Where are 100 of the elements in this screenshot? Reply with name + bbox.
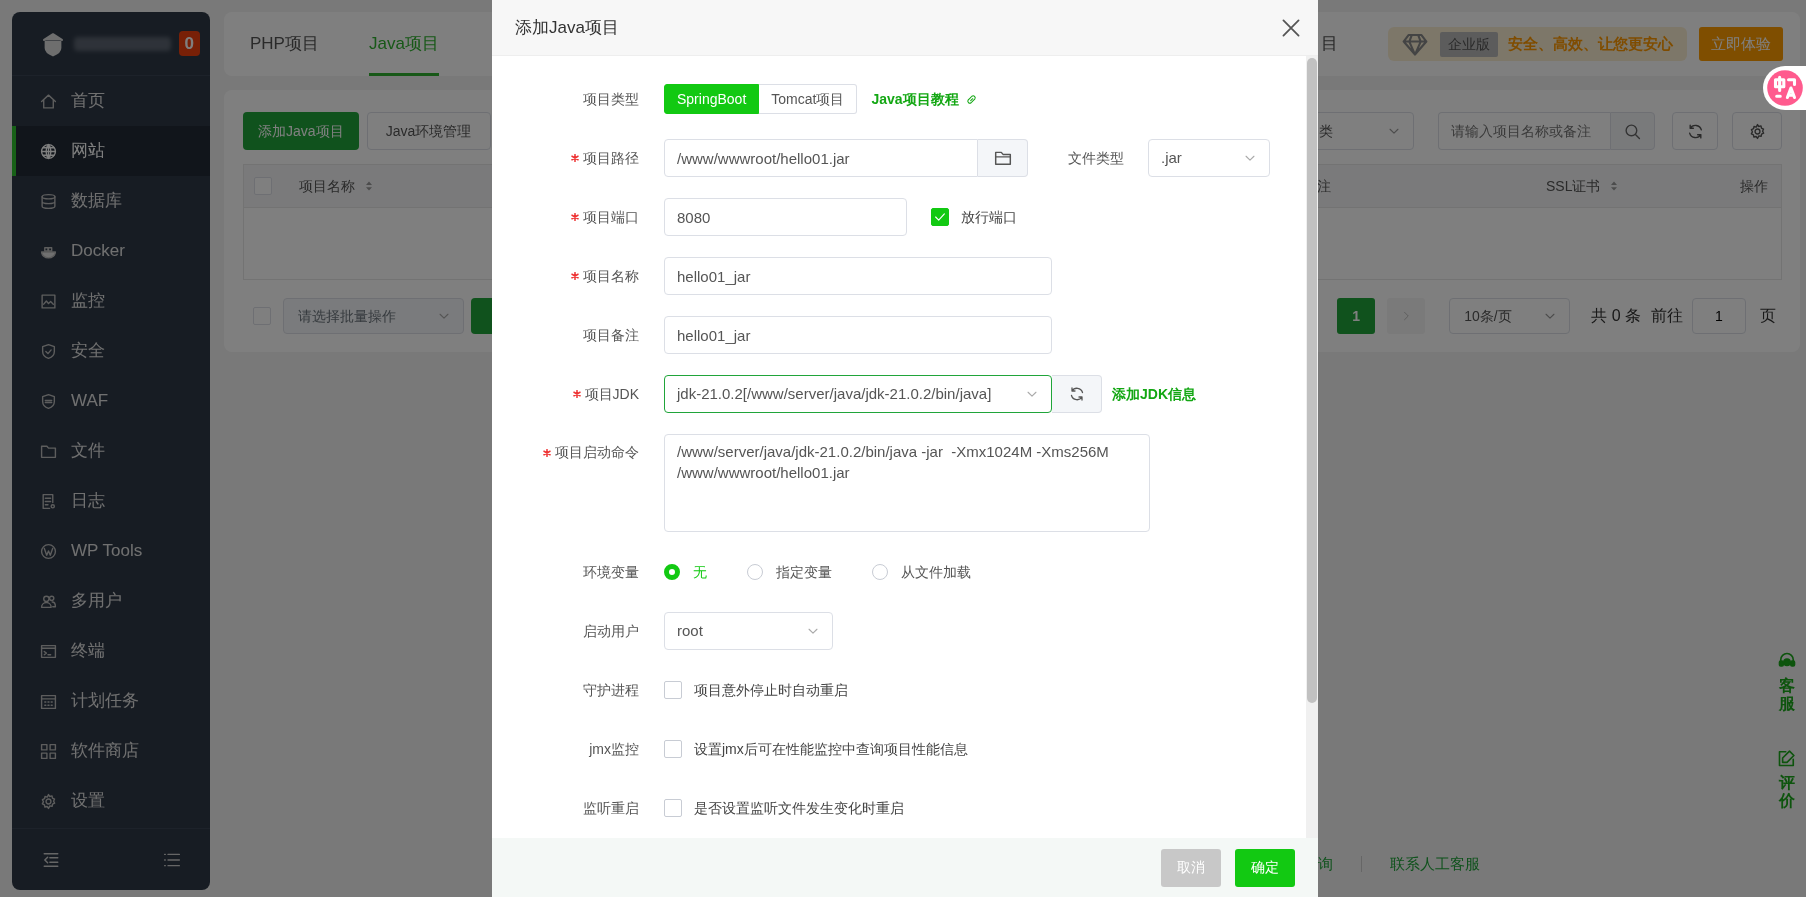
field-label: 项目类型 <box>583 89 639 109</box>
home-icon <box>40 92 57 110</box>
search-button[interactable] <box>1610 112 1655 150</box>
diamond-icon <box>1400 31 1430 57</box>
add-project-button[interactable]: 添加Java项目 <box>243 112 359 150</box>
field-label: 项目备注 <box>583 325 639 345</box>
required-mark-icon <box>571 213 579 221</box>
sidebar-item[interactable]: 文件 <box>12 426 210 476</box>
settings-button[interactable] <box>1732 112 1782 150</box>
required-mark-icon <box>543 448 551 457</box>
checkbox-label: 放行端口 <box>961 207 1017 227</box>
folder-icon <box>993 149 1012 167</box>
translate-button[interactable] <box>1763 66 1806 110</box>
segment-option[interactable]: Tomcat项目 <box>759 84 858 114</box>
footer-link[interactable]: 询 <box>1318 852 1333 875</box>
settings-icon <box>40 792 57 810</box>
add-jdk-link[interactable]: 添加JDK信息 <box>1112 383 1196 405</box>
confirm-button[interactable]: 确定 <box>1235 848 1295 887</box>
env-manage-button[interactable]: Java环境管理 <box>366 112 491 150</box>
search-field[interactable]: 请输入项目名称或备注 <box>1438 112 1610 150</box>
folder-icon <box>40 442 57 460</box>
sidebar-item[interactable]: Docker <box>12 226 210 276</box>
column-header[interactable]: 项目名称 <box>299 175 375 197</box>
column-header[interactable]: SSL证书 <box>1546 175 1621 197</box>
sidebar-item[interactable]: 计划任务 <box>12 676 210 726</box>
file-type-select[interactable]: .jar <box>1148 139 1270 177</box>
column-header[interactable]: 注 <box>1317 175 1331 197</box>
globe-icon <box>40 142 57 160</box>
widget-button[interactable]: 评价 <box>1777 748 1797 810</box>
checkbox[interactable] <box>664 740 682 758</box>
check-icon <box>933 210 947 224</box>
goto-label: 前往 <box>1651 306 1683 326</box>
scrollbar[interactable] <box>1306 56 1318 838</box>
user-select[interactable]: root <box>664 612 833 650</box>
checkbox[interactable] <box>664 681 682 699</box>
batch-select[interactable]: 请选择批量操作 <box>283 298 464 334</box>
browse-button[interactable] <box>978 139 1028 177</box>
shield-icon <box>40 392 57 410</box>
checkbox-label: 设置jmx后可在性能监控中查询项目性能信息 <box>694 739 968 759</box>
sidebar-item[interactable]: 多用户 <box>12 576 210 626</box>
jdk-select[interactable]: jdk-21.0.2[/www/server/java/jdk-21.0.2/bin/java] <box>664 375 1052 413</box>
port-field[interactable]: 8080 <box>664 198 907 236</box>
refresh-button[interactable] <box>1672 112 1718 150</box>
total-count: 共 0 条 <box>1591 306 1641 326</box>
close-button[interactable] <box>1280 16 1302 39</box>
path-field[interactable]: /www/wwwroot/hello01.jar <box>664 139 978 177</box>
required-mark-icon <box>571 272 579 280</box>
command-field[interactable]: /www/server/java/jdk-21.0.2/bin/java -jar -Xmx1024M -Xms256M /www/wwwroot/hello01.jar <box>664 434 1150 532</box>
database-icon <box>40 192 57 210</box>
field-label: 启动用户 <box>583 621 639 641</box>
footer-link[interactable]: 联系人工客服 <box>1390 852 1480 875</box>
chart-icon <box>40 292 57 310</box>
field-label: 守护进程 <box>583 680 639 700</box>
refresh-button[interactable] <box>1052 375 1102 413</box>
refresh-icon <box>1068 386 1085 402</box>
field-label: 文件类型 <box>1068 148 1124 168</box>
radio-button[interactable] <box>664 564 680 580</box>
refresh-icon <box>1686 122 1704 140</box>
grid-icon <box>40 742 57 760</box>
sidebar-item[interactable]: WAF <box>12 376 210 426</box>
sidebar-item[interactable]: WP Tools <box>12 526 210 576</box>
checkbox[interactable] <box>664 799 682 817</box>
translate-icon <box>1766 69 1804 107</box>
calendar-icon <box>40 692 57 710</box>
tab[interactable]: 目 <box>1321 12 1338 76</box>
sidebar-item[interactable]: 监控 <box>12 276 210 326</box>
segment-option[interactable]: SpringBoot <box>664 84 760 114</box>
column-header[interactable]: 操作 <box>1740 175 1768 197</box>
required-mark-icon <box>572 390 581 398</box>
text-field[interactable]: hello01_jar <box>664 316 1052 354</box>
radio-label: 从文件加载 <box>901 562 971 582</box>
required-mark-icon <box>571 154 579 162</box>
sidebar-item[interactable]: 网站 <box>12 126 210 176</box>
field-label: 项目启动命令 <box>543 442 639 463</box>
sidebar-item[interactable]: 日志 <box>12 476 210 526</box>
radio-label: 无 <box>693 562 707 582</box>
collapse-icon[interactable] <box>42 850 60 869</box>
text-field[interactable]: hello01_jar <box>664 257 1052 295</box>
checkbox-label: 项目意外停止时自动重启 <box>694 680 848 700</box>
sidebar-item[interactable]: 数据库 <box>12 176 210 226</box>
notification-badge[interactable]: 0 <box>178 31 200 56</box>
checkbox[interactable] <box>931 208 949 226</box>
tab[interactable]: PHP项目 <box>250 12 319 76</box>
sidebar-item[interactable]: 首页 <box>12 76 210 126</box>
page-size-select[interactable]: 10条/页 <box>1449 298 1571 334</box>
scrollbar-thumb[interactable] <box>1307 58 1317 703</box>
field-label: 项目路径 <box>571 147 639 169</box>
sidebar-item[interactable]: 设置 <box>12 776 210 826</box>
tab[interactable]: Java项目 <box>368 12 439 76</box>
page-button[interactable]: 1 <box>1337 298 1376 334</box>
page-input[interactable]: 1 <box>1692 298 1746 334</box>
field-label: 项目端口 <box>571 206 639 228</box>
sidebar-item[interactable]: 终端 <box>12 626 210 676</box>
widget-button[interactable]: 客服 <box>1777 651 1797 713</box>
page-unit-label: 页 <box>1760 306 1776 326</box>
try-now-button[interactable]: 立即体验 <box>1699 27 1783 61</box>
sidebar-item[interactable]: 软件商店 <box>12 726 210 776</box>
sidebar-item[interactable]: 安全 <box>12 326 210 376</box>
settings-icon <box>1748 122 1766 140</box>
tutorial-link[interactable]: Java项目教程 <box>871 88 978 110</box>
